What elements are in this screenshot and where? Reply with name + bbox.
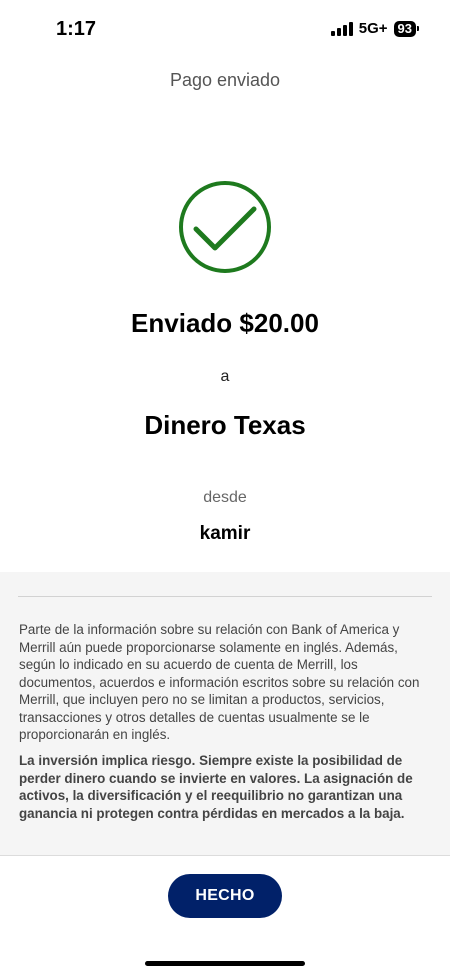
language-disclosure: Parte de la información sobre su relació… (19, 622, 420, 742)
from-label: desde (203, 489, 247, 506)
network-type: 5G+ (358, 20, 388, 37)
divider (18, 596, 432, 597)
status-time: 1:17 (56, 18, 97, 40)
to-label: a (220, 368, 230, 385)
checkmark-circle-icon (179, 181, 271, 273)
sent-amount: Enviado $20.00 (131, 308, 319, 338)
recipient-name: Dinero Texas (144, 410, 306, 440)
status-indicators: 5G+ 93 (330, 20, 420, 37)
sender-account: kamir (199, 523, 251, 544)
home-indicator[interactable] (145, 961, 305, 966)
status-bar: 1:17 5G+ 93 (0, 0, 450, 56)
investment-risk-disclosure: La inversión implica riesgo. Siempre exi… (19, 753, 413, 821)
footer: HECHO (0, 855, 450, 975)
cellular-signal-icon (330, 21, 353, 36)
battery-icon: 93 (393, 20, 420, 37)
done-button[interactable]: HECHO (168, 874, 282, 918)
page-title: Pago enviado (169, 70, 281, 90)
disclosure-section: Parte de la información sobre su relació… (0, 572, 450, 855)
